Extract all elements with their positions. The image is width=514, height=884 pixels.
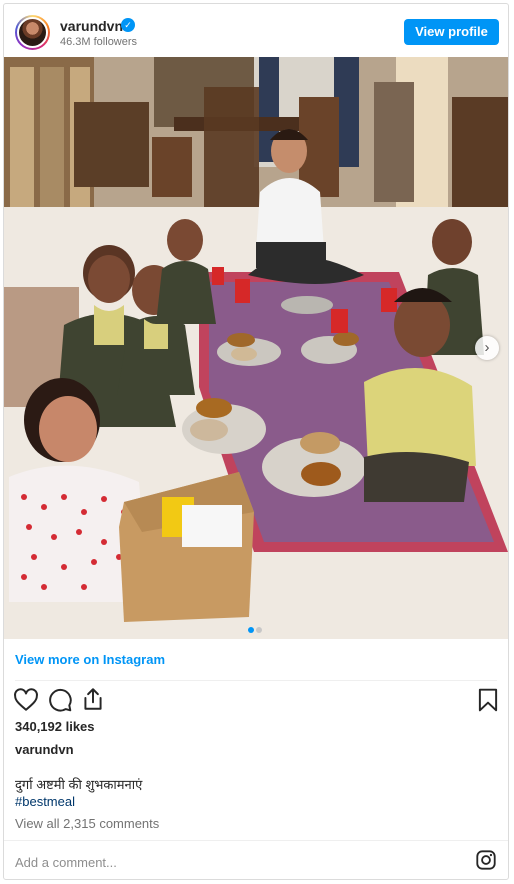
- post-header: varundvn ✓ 46.3M followers View profile: [4, 4, 508, 60]
- carousel-dot-active: [248, 627, 254, 633]
- view-comments-link[interactable]: View all 2,315 comments: [15, 816, 159, 831]
- caption-text: दुर्गा अष्टमी की शुभकामनाएं: [15, 777, 143, 792]
- carousel-next-icon[interactable]: ›: [475, 336, 499, 360]
- carousel-dot: [256, 627, 262, 633]
- follower-count: 46.3M followers: [60, 36, 138, 48]
- avatar-image: [17, 17, 48, 48]
- view-profile-button[interactable]: View profile: [404, 19, 499, 45]
- heart-icon[interactable]: [13, 687, 39, 713]
- divider: [15, 680, 497, 681]
- hashtag-link[interactable]: #bestmeal: [15, 794, 75, 809]
- caption-username[interactable]: varundvn: [15, 742, 74, 757]
- instagram-embed-card: varundvn ✓ 46.3M followers View profile: [3, 3, 509, 880]
- bookmark-icon[interactable]: [475, 687, 501, 713]
- comment-icon[interactable]: [47, 687, 73, 713]
- carousel-dots: [247, 620, 263, 638]
- avatar[interactable]: [15, 15, 50, 50]
- username[interactable]: varundvn: [60, 18, 123, 34]
- view-more-link[interactable]: View more on Instagram: [15, 652, 165, 667]
- divider: [4, 840, 508, 841]
- add-comment-input[interactable]: Add a comment...: [15, 855, 117, 870]
- instagram-icon[interactable]: [475, 849, 497, 871]
- verified-badge-icon: ✓: [121, 18, 135, 32]
- photo-illustration: [4, 57, 508, 639]
- post-photo[interactable]: ›: [4, 57, 508, 639]
- like-count[interactable]: 340,192 likes: [15, 719, 95, 734]
- share-icon[interactable]: [80, 686, 106, 712]
